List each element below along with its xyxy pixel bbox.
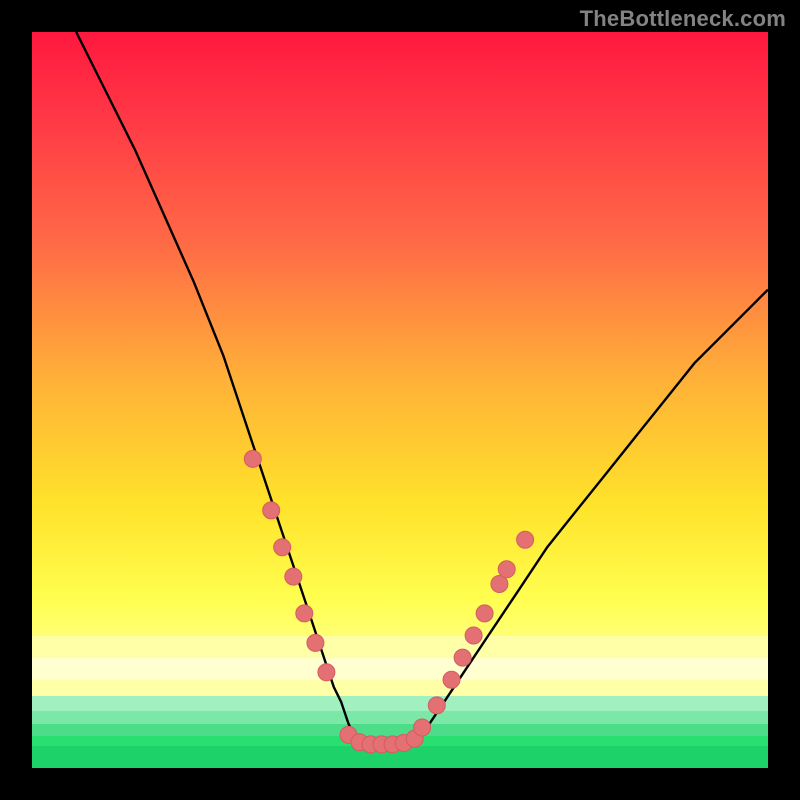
marker-dot	[476, 605, 493, 622]
marker-dot	[454, 649, 471, 666]
hardware-markers	[244, 450, 533, 753]
marker-dot	[517, 531, 534, 548]
bottleneck-curve	[76, 32, 768, 746]
marker-dot	[414, 719, 431, 736]
marker-dot	[263, 502, 280, 519]
marker-dot	[318, 664, 335, 681]
marker-dot	[307, 634, 324, 651]
plot-area	[32, 32, 768, 768]
marker-dot	[443, 671, 460, 688]
chart-frame: TheBottleneck.com	[0, 0, 800, 800]
marker-dot	[465, 627, 482, 644]
marker-dot	[296, 605, 313, 622]
marker-dot	[274, 539, 291, 556]
marker-dot	[498, 561, 515, 578]
bottleneck-curve-svg	[32, 32, 768, 768]
watermark-text: TheBottleneck.com	[580, 6, 786, 32]
marker-dot	[428, 697, 445, 714]
marker-dot	[285, 568, 302, 585]
marker-dot	[244, 450, 261, 467]
